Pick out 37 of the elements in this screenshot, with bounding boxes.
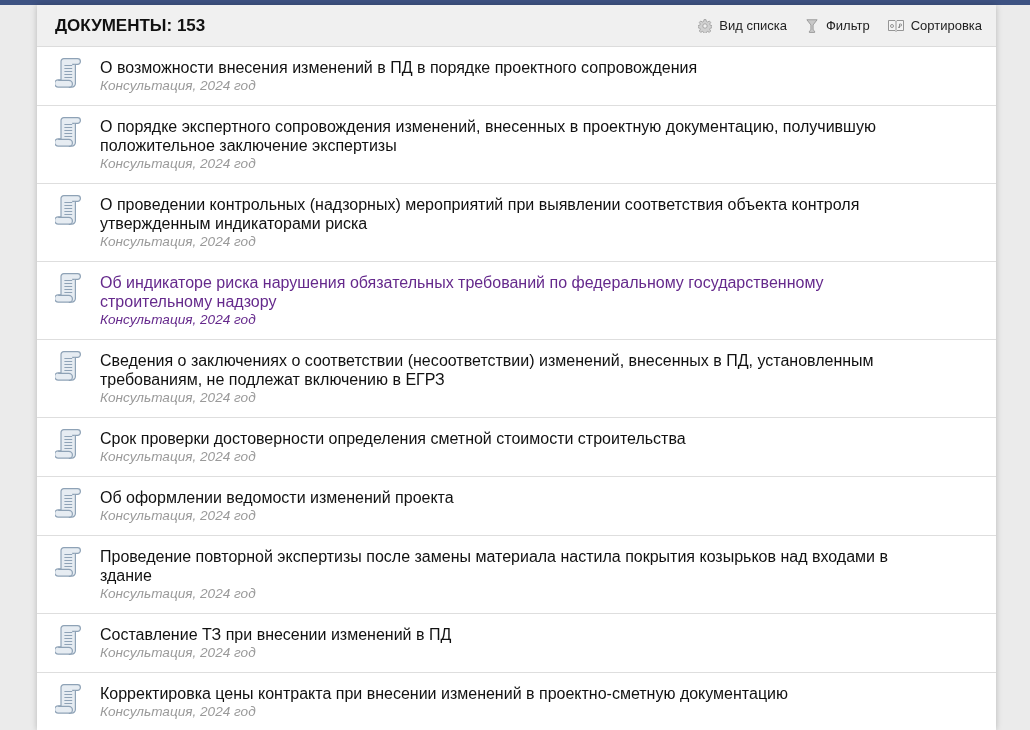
view-list-button[interactable]: Вид списка — [698, 18, 787, 33]
document-meta: Консультация, 2024 год — [100, 311, 257, 329]
document-meta: Консультация, 2024 год — [100, 585, 257, 603]
document-link[interactable]: Срок проверки достоверности определения сметной стоимости строительства — [100, 429, 912, 448]
document-meta: Консультация, 2024 год — [100, 233, 257, 251]
scroll-icon — [55, 195, 81, 225]
document-link[interactable]: Сведения о заключениях о соответствии (несоответствии) изменений, внесенных в ПД, установленным требованиям, не подлежат включению в ЕГРЗ — [100, 351, 912, 389]
gear-icon — [698, 18, 713, 33]
document-meta: Консультация, 2024 год — [100, 155, 257, 173]
document-link[interactable]: Об оформлении ведомости изменений проекта — [100, 488, 912, 507]
document-meta: Консультация, 2024 год — [100, 448, 257, 466]
sort-icon — [887, 19, 904, 32]
document-meta: Консультация, 2024 год — [100, 389, 257, 407]
document-link[interactable]: О проведении контрольных (надзорных) мероприятий при выявлении соответствия объекта контроля утвержденным индикаторами риска — [100, 195, 912, 233]
scroll-icon — [55, 117, 81, 147]
document-link[interactable]: Проведение повторной экспертизы после замены материала настила покрытия козырьков над входами в здание — [100, 547, 912, 585]
document-meta: Консультация, 2024 год — [100, 507, 257, 525]
scroll-icon — [55, 547, 81, 577]
document-link[interactable]: О порядке экспертного сопровождения изменений, внесенных в проектную документацию, получившую положительное заключение экспертизы — [100, 117, 912, 155]
scroll-icon — [55, 488, 81, 518]
document-meta: Консультация, 2024 год — [100, 644, 257, 662]
scroll-icon — [55, 273, 81, 303]
document-link[interactable]: О возможности внесения изменений в ПД в порядке проектного сопровождения — [100, 58, 912, 77]
filter-button[interactable]: Фильтр — [804, 18, 870, 33]
scroll-icon — [55, 684, 81, 714]
sort-button[interactable]: Сортировка — [887, 18, 982, 33]
scroll-icon — [55, 625, 81, 655]
funnel-icon — [804, 18, 819, 33]
document-meta: Консультация, 2024 год — [100, 77, 257, 95]
scroll-icon — [55, 351, 81, 381]
document-link[interactable]: Об индикаторе риска нарушения обязательных требований по федеральному государственному строительному надзору — [100, 273, 912, 311]
document-meta: Консультация, 2024 год — [100, 703, 257, 721]
scroll-icon — [55, 58, 81, 88]
panel-title: ДОКУМЕНТЫ: 153 — [55, 15, 206, 36]
scroll-icon — [55, 429, 81, 459]
document-link[interactable]: Составление ТЗ при внесении изменений в ПД — [100, 625, 912, 644]
document-link[interactable]: Корректировка цены контракта при внесении изменений в проектно-сметную документацию — [100, 684, 912, 703]
